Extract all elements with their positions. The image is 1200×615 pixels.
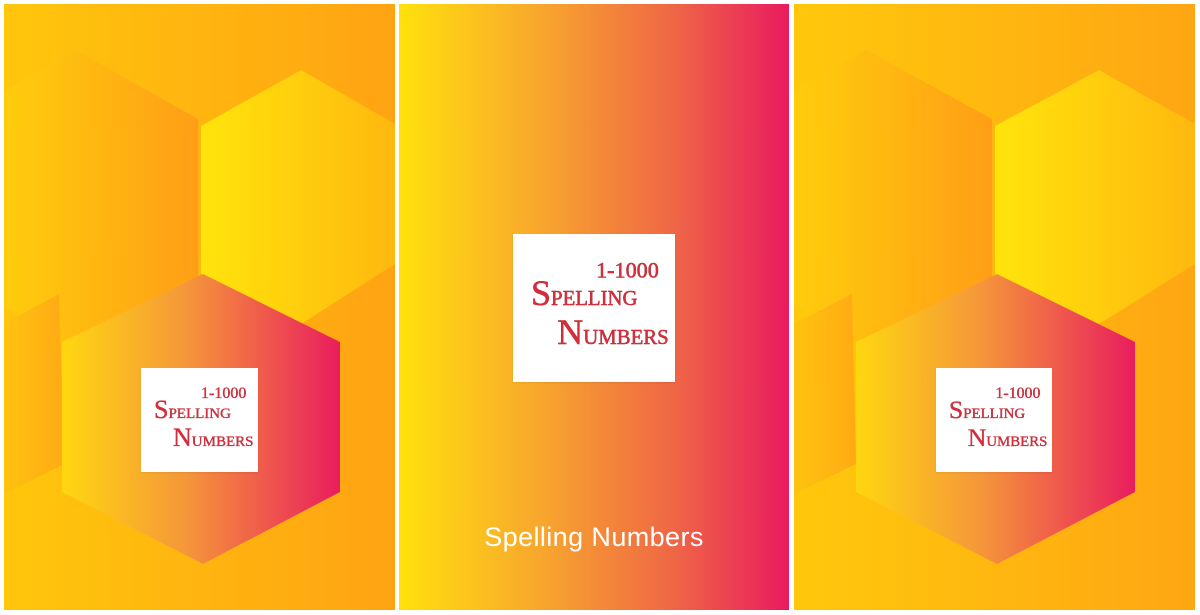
- logo-word-numbers: NUMBERS: [557, 312, 668, 352]
- app-logo: 1-1000 SPELLING NUMBERS: [513, 234, 675, 382]
- logo-artwork: 1-1000 SPELLING NUMBERS: [154, 385, 254, 452]
- hex-screen-left: 1-1000 SPELLING NUMBERS: [4, 4, 395, 610]
- app-logo: 1-1000 SPELLING NUMBERS: [141, 368, 258, 472]
- logo-range: 1-1000: [201, 385, 246, 402]
- logo-word-numbers: NUMBERS: [968, 423, 1048, 452]
- logo-range: 1-1000: [995, 385, 1040, 402]
- hexagon-background: [794, 4, 1195, 610]
- logo-word-numbers: NUMBERS: [173, 423, 253, 452]
- logo-range: 1-1000: [596, 258, 659, 283]
- hexagon-background: [4, 4, 395, 610]
- logo-artwork: 1-1000 SPELLING NUMBERS: [531, 257, 669, 352]
- splash-screen: 1-1000 SPELLING NUMBERS Spelling Numbers: [399, 4, 789, 610]
- app-logo: 1-1000 SPELLING NUMBERS: [936, 368, 1052, 472]
- app-title: Spelling Numbers: [484, 522, 704, 552]
- logo-artwork: 1-1000 SPELLING NUMBERS: [949, 385, 1048, 452]
- hex-screen-right: 1-1000 SPELLING NUMBERS: [794, 4, 1195, 610]
